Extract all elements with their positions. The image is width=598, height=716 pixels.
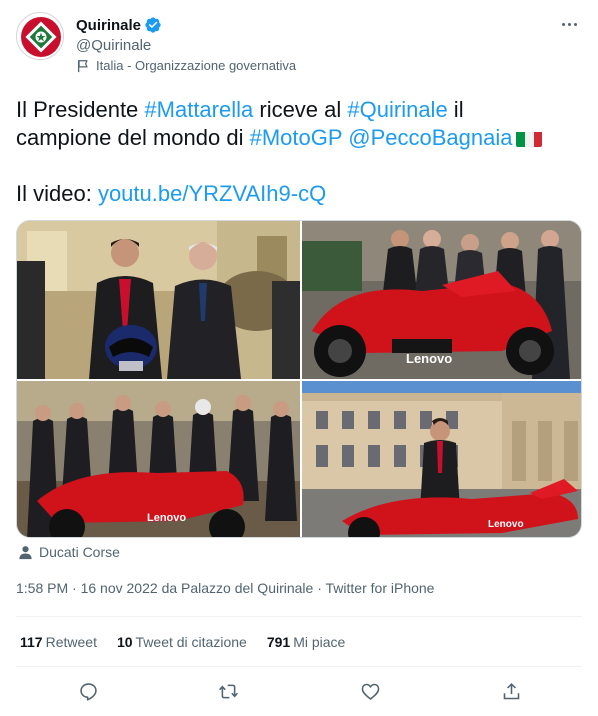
display-name[interactable]: Quirinale [76, 17, 141, 34]
tweet-stats: 117 Retweet 10 Tweet di citazione 791 Mi pi… [20, 634, 345, 650]
video-label: Il video: [16, 181, 98, 206]
retweet-icon [218, 684, 238, 698]
photo-3-brand-text: Lenovo [147, 512, 186, 524]
meta-separator-2: · [317, 580, 322, 596]
photo-4[interactable]: Lenovo [302, 381, 581, 537]
like-button[interactable] [357, 678, 383, 704]
likes-label: Mi piace [293, 634, 346, 650]
meta-from-label: da [161, 580, 178, 596]
hashtag-motogp[interactable]: #MotoGP [250, 125, 343, 150]
italy-flag-emoji-icon [516, 129, 543, 147]
tweet-location[interactable]: Palazzo del Quirinale [181, 580, 313, 596]
more-icon [561, 22, 565, 26]
reply-icon [79, 682, 97, 701]
likes-stat[interactable]: 791 Mi piace [267, 634, 346, 650]
tweet-text-segment: riceve al [253, 97, 348, 122]
tweet-date[interactable]: 16 nov 2022 [81, 580, 158, 596]
photo-2-brand-text: Lenovo [406, 351, 452, 366]
quote-tweets-count: 10 [116, 634, 133, 650]
retweets-stat[interactable]: 117 Retweet [20, 634, 97, 650]
tweet-text-segment: il [447, 97, 464, 122]
affiliation-label: Italia - Organizzazione governativa [76, 58, 296, 73]
person-icon [19, 545, 32, 559]
photo-3-image: Lenovo [17, 381, 300, 537]
photo-1[interactable] [17, 221, 300, 379]
tweet-text-segment: campione del mondo di [16, 125, 250, 150]
tagged-user[interactable]: Ducati Corse [18, 544, 120, 560]
tweet-client[interactable]: Twitter for iPhone [326, 580, 435, 596]
divider-bottom [16, 666, 582, 667]
video-link[interactable]: youtu.be/YRZVAIh9-cQ [98, 181, 326, 206]
photo-1-image [17, 221, 300, 379]
likes-count: 791 [266, 634, 291, 650]
share-icon [503, 682, 519, 699]
tweet-line-2: campione del mondo di #MotoGP @PeccoBagn… [16, 124, 582, 152]
reply-button[interactable] [75, 678, 101, 704]
quirinale-emblem-icon [18, 14, 63, 59]
mention-peccobagnaia[interactable]: @PeccoBagnaia [348, 125, 512, 150]
tweet-text-segment: Il Presidente [16, 97, 145, 122]
more-icon-dot [573, 22, 577, 26]
hashtag-mattarella[interactable]: #Mattarella [144, 97, 253, 122]
more-icon-dot [567, 22, 571, 26]
photo-2-image: Lenovo [302, 221, 581, 379]
avatar[interactable] [16, 12, 64, 60]
quote-tweets-label: Tweet di citazione [135, 634, 247, 650]
divider-top [16, 616, 582, 617]
share-button[interactable] [498, 678, 524, 704]
flag-icon [77, 59, 88, 72]
more-button[interactable] [556, 14, 582, 34]
photo-4-brand-text: Lenovo [488, 519, 524, 530]
quote-tweets-stat[interactable]: 10 Tweet di citazione [117, 634, 247, 650]
affiliation-text: Italia - Organizzazione governativa [96, 58, 297, 73]
tweet-line-3: Il video: youtu.be/YRZVAIh9-cQ [16, 180, 582, 208]
heart-icon [361, 683, 379, 700]
photo-2[interactable]: Lenovo [302, 221, 581, 379]
tweet-text: Il Presidente #Mattarella riceve al #Qui… [16, 96, 582, 208]
media-grid: Lenovo Lenovo Lenovo [16, 220, 582, 538]
photo-4-image: Lenovo [302, 381, 581, 537]
retweets-count: 117 [20, 634, 43, 650]
meta-separator: · [72, 580, 77, 596]
retweet-button[interactable] [215, 678, 241, 704]
tweet-actions [16, 676, 582, 708]
tweet-time[interactable]: 1:58 PM [16, 580, 68, 596]
retweets-label: Retweet [45, 634, 97, 650]
photo-3[interactable]: Lenovo [17, 381, 300, 537]
tweet-metadata: 1:58 PM · 16 nov 2022 da Palazzo del Qui… [16, 580, 434, 596]
handle[interactable]: @Quirinale [76, 37, 162, 54]
hashtag-quirinale[interactable]: #Quirinale [347, 97, 447, 122]
tagged-user-name: Ducati Corse [39, 544, 120, 560]
tweet-line-1: Il Presidente #Mattarella riceve al #Qui… [16, 96, 582, 124]
tweet-header: Quirinale @Quirinale [16, 12, 582, 64]
verified-badge-icon [145, 17, 161, 33]
